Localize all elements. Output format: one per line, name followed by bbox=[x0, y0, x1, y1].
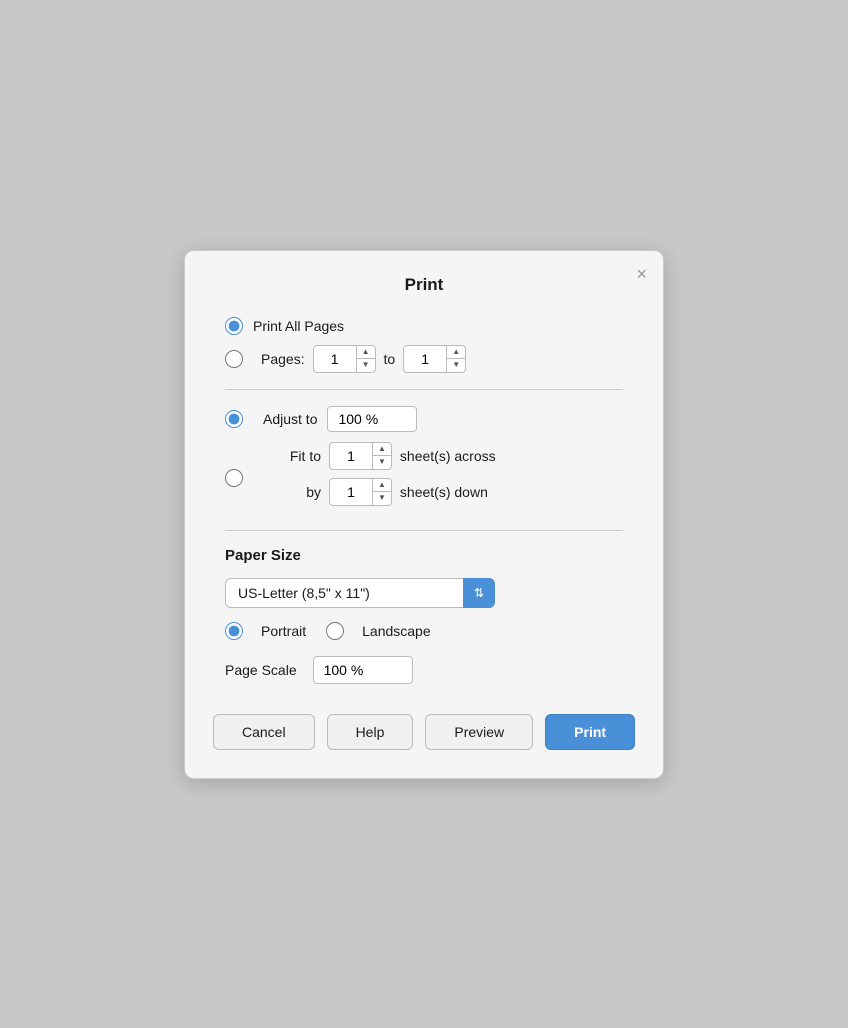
paper-size-section: Paper Size US-Letter (8,5" x 11") A4 (8.… bbox=[225, 547, 623, 684]
page-scale-input[interactable] bbox=[313, 656, 413, 684]
sheets-across-down[interactable]: ▼ bbox=[373, 456, 391, 469]
page-scale-row: Page Scale bbox=[225, 656, 623, 684]
scaling-section: Adjust to Fit to ▲ ▼ sheet(s) across bbox=[225, 406, 623, 514]
sheets-down-input[interactable] bbox=[330, 484, 372, 500]
sheets-down-spinner[interactable]: ▲ ▼ bbox=[329, 478, 392, 506]
pages-label: Pages: bbox=[261, 351, 305, 367]
paper-size-select[interactable]: US-Letter (8,5" x 11") A4 (8.27" x 11.69… bbox=[225, 578, 495, 608]
portrait-option: Portrait bbox=[225, 622, 306, 640]
print-all-pages-label: Print All Pages bbox=[253, 318, 344, 334]
print-all-pages-radio[interactable] bbox=[225, 317, 243, 335]
landscape-radio[interactable] bbox=[326, 622, 344, 640]
fit-to-radio[interactable] bbox=[225, 469, 243, 487]
print-range-section: Print All Pages Pages: ▲ ▼ to ▲ ▼ bbox=[225, 317, 623, 373]
sheets-across-label: sheet(s) across bbox=[400, 448, 496, 464]
orientation-row: Portrait Landscape bbox=[225, 622, 623, 640]
landscape-label: Landscape bbox=[362, 623, 431, 639]
adjust-to-radio[interactable] bbox=[225, 410, 243, 428]
sheets-across-spinner[interactable]: ▲ ▼ bbox=[329, 442, 392, 470]
pages-to-arrows: ▲ ▼ bbox=[446, 346, 465, 372]
to-label: to bbox=[384, 351, 396, 367]
adjust-to-label: Adjust to bbox=[263, 411, 317, 427]
fit-to-row: Fit to ▲ ▼ sheet(s) across by bbox=[225, 442, 623, 514]
fit-to-section: Fit to ▲ ▼ sheet(s) across by bbox=[281, 442, 496, 514]
pages-from-arrows: ▲ ▼ bbox=[356, 346, 375, 372]
pages-from-spinner[interactable]: ▲ ▼ bbox=[313, 345, 376, 373]
pages-from-input[interactable] bbox=[314, 351, 356, 367]
dialog-title: Print bbox=[225, 275, 623, 295]
close-button[interactable]: × bbox=[636, 265, 647, 283]
landscape-option: Landscape bbox=[326, 622, 431, 640]
adjust-to-input[interactable] bbox=[327, 406, 417, 432]
pages-range-row: Pages: ▲ ▼ to ▲ ▼ bbox=[225, 345, 623, 373]
sheets-down-label: sheet(s) down bbox=[400, 484, 488, 500]
by-label: by bbox=[281, 484, 321, 500]
pages-to-spinner[interactable]: ▲ ▼ bbox=[403, 345, 466, 373]
adjust-row: Adjust to bbox=[225, 406, 623, 432]
paper-size-title: Paper Size bbox=[225, 547, 623, 564]
preview-button[interactable]: Preview bbox=[425, 714, 533, 750]
help-button[interactable]: Help bbox=[327, 714, 414, 750]
fit-down-row: by ▲ ▼ sheet(s) down bbox=[281, 478, 496, 506]
buttons-row: Cancel Help Preview Print bbox=[225, 714, 623, 750]
print-button[interactable]: Print bbox=[545, 714, 635, 750]
portrait-label: Portrait bbox=[261, 623, 306, 639]
portrait-radio[interactable] bbox=[225, 622, 243, 640]
page-scale-label: Page Scale bbox=[225, 662, 297, 678]
paper-size-select-wrapper: US-Letter (8,5" x 11") A4 (8.27" x 11.69… bbox=[225, 578, 495, 608]
divider-1 bbox=[225, 389, 623, 390]
sheets-down-down[interactable]: ▼ bbox=[373, 492, 391, 505]
sheets-across-input[interactable] bbox=[330, 448, 372, 464]
fit-to-label: Fit to bbox=[281, 448, 321, 464]
cancel-button[interactable]: Cancel bbox=[213, 714, 315, 750]
divider-2 bbox=[225, 530, 623, 531]
pages-to-down-arrow[interactable]: ▼ bbox=[447, 359, 465, 372]
pages-range-radio[interactable] bbox=[225, 350, 243, 368]
pages-to-input[interactable] bbox=[404, 351, 446, 367]
pages-to-up-arrow[interactable]: ▲ bbox=[447, 346, 465, 360]
sheets-across-up[interactable]: ▲ bbox=[373, 443, 391, 457]
sheets-down-arrows: ▲ ▼ bbox=[372, 479, 391, 505]
fit-across-row: Fit to ▲ ▼ sheet(s) across bbox=[281, 442, 496, 470]
pages-from-up-arrow[interactable]: ▲ bbox=[357, 346, 375, 360]
sheets-across-arrows: ▲ ▼ bbox=[372, 443, 391, 469]
print-all-pages-row: Print All Pages bbox=[225, 317, 623, 335]
print-dialog: × Print Print All Pages Pages: ▲ ▼ to bbox=[184, 250, 664, 779]
pages-from-down-arrow[interactable]: ▼ bbox=[357, 359, 375, 372]
sheets-down-up[interactable]: ▲ bbox=[373, 479, 391, 493]
